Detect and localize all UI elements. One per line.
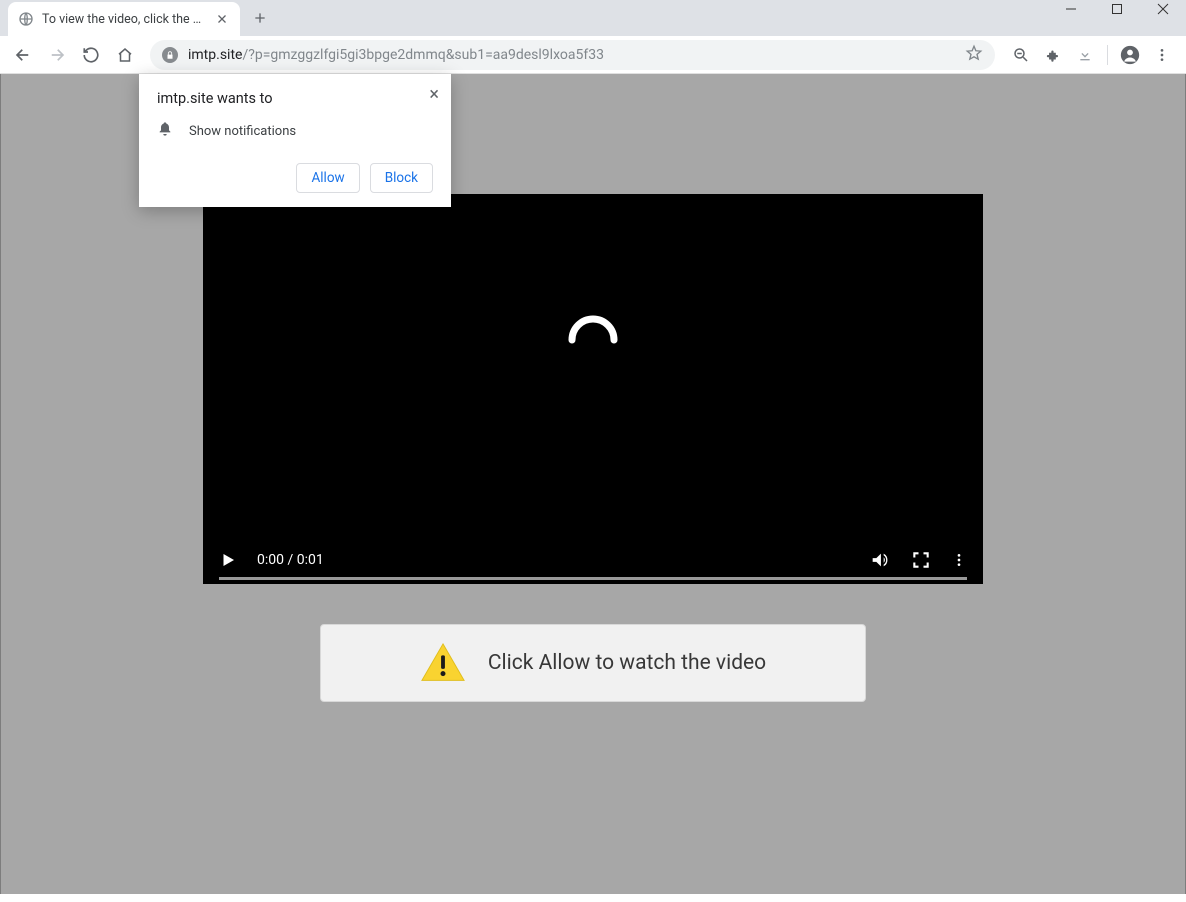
download-icon[interactable] (1075, 45, 1095, 65)
zoom-icon[interactable] (1011, 45, 1031, 65)
toolbar-separator (1107, 45, 1108, 65)
globe-icon (18, 11, 34, 27)
home-button[interactable] (110, 40, 140, 70)
loading-spinner-icon (558, 305, 628, 379)
page-content: 0:00 / 0:01 Click Allow to watch the vid… (0, 74, 1186, 894)
permission-notifications-label: Show notifications (189, 124, 296, 139)
forward-button (42, 40, 72, 70)
tab-strip: To view the video, click the Allow (0, 0, 1186, 36)
play-button[interactable] (219, 551, 237, 569)
browser-tab-active[interactable]: To view the video, click the Allow (8, 2, 240, 36)
video-progress-bar[interactable] (219, 577, 967, 580)
fullscreen-button[interactable] (911, 550, 931, 570)
tab-title: To view the video, click the Allow (42, 12, 206, 27)
window-close-button[interactable] (1140, 0, 1186, 24)
instruction-banner: Click Allow to watch the video (320, 624, 866, 702)
lock-icon[interactable] (162, 47, 178, 63)
profile-avatar-icon[interactable] (1120, 45, 1140, 65)
permission-close-icon[interactable]: × (429, 84, 439, 105)
allow-button[interactable]: Allow (296, 163, 359, 193)
volume-button[interactable] (869, 549, 891, 571)
new-tab-button[interactable] (246, 4, 274, 32)
reload-button[interactable] (76, 40, 106, 70)
back-button[interactable] (8, 40, 38, 70)
video-menu-icon[interactable] (951, 552, 967, 568)
warning-icon (420, 642, 466, 684)
url-path: /?p=gmzggzlfgi5gi3bpge2dmmq&sub1=aa9desl… (242, 47, 604, 63)
bookmark-star-icon[interactable] (965, 44, 983, 66)
video-time: 0:00 / 0:01 (257, 552, 324, 568)
banner-message: Click Allow to watch the video (488, 651, 766, 675)
kebab-menu-icon[interactable] (1152, 45, 1172, 65)
permission-dialog: imtp.site wants to × Show notifications … (139, 74, 451, 207)
url-host: imtp.site (188, 47, 242, 63)
address-bar[interactable]: imtp.site/?p=gmzggzlfgi5gi3bpge2dmmq&sub… (150, 40, 995, 70)
permission-title: imtp.site wants to (157, 90, 433, 107)
window-maximize-button[interactable] (1094, 0, 1140, 24)
window-minimize-button[interactable] (1048, 0, 1094, 24)
block-button[interactable]: Block (370, 163, 433, 193)
browser-toolbar: imtp.site/?p=gmzggzlfgi5gi3bpge2dmmq&sub… (0, 36, 1186, 74)
video-player[interactable]: 0:00 / 0:01 (203, 194, 983, 584)
bell-icon (157, 121, 173, 141)
tab-close-icon[interactable] (214, 11, 230, 27)
toolbar-right-icons (1005, 45, 1178, 65)
extension-puzzle-icon[interactable] (1043, 45, 1063, 65)
url-text: imtp.site/?p=gmzggzlfgi5gi3bpge2dmmq&sub… (188, 47, 604, 63)
